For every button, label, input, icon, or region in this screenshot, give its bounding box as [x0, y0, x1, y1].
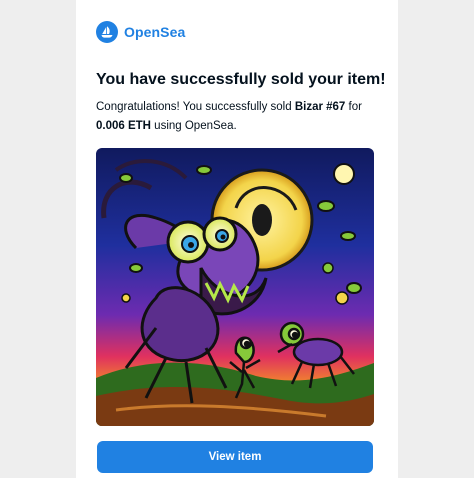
- view-item-button[interactable]: View item: [97, 441, 373, 473]
- email-page: OpenSea You have successfully sold your …: [0, 0, 474, 478]
- sale-price: 0.006 ETH: [96, 120, 151, 132]
- psychedelic-creature-artwork: [96, 148, 374, 426]
- item-name: Bizar #67: [294, 101, 346, 113]
- email-headline: You have successfully sold your item!: [96, 71, 386, 88]
- opensea-brand[interactable]: OpenSea: [96, 20, 185, 44]
- brand-name: OpenSea: [124, 24, 186, 40]
- nft-artwork-image[interactable]: [96, 148, 374, 426]
- opensea-logo-icon: [96, 21, 118, 43]
- sale-message: Congratulations! You successfully sold B…: [96, 98, 376, 136]
- message-prefix: Congratulations! You successfully sold: [96, 101, 295, 113]
- email-card: OpenSea You have successfully sold your …: [76, 0, 398, 478]
- message-mid: for: [345, 101, 362, 113]
- message-suffix: using OpenSea.: [150, 120, 237, 132]
